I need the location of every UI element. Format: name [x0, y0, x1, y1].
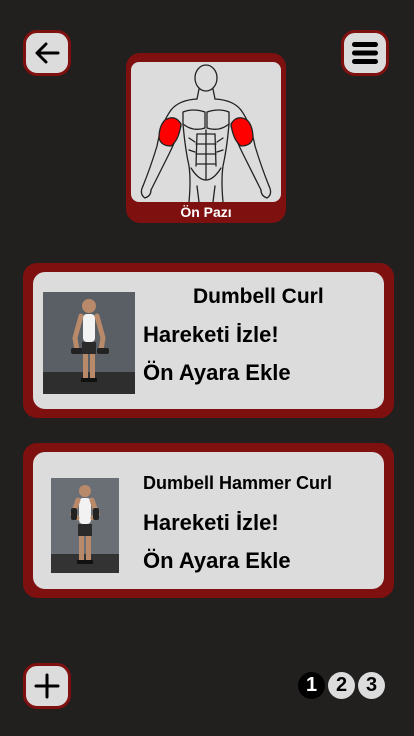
page-2-button[interactable]: 2 [328, 672, 355, 699]
add-to-preset-link[interactable]: Ön Ayara Ekle [143, 548, 291, 574]
right-bicep-highlight [230, 117, 254, 147]
exercise-card-body: Dumbell Curl Hareketi İzle! Ön Ayara Ekl… [33, 272, 384, 409]
muscle-group-card: Ön Pazı [126, 53, 286, 223]
body-anatomy-icon [140, 64, 272, 202]
page-1-button[interactable]: 1 [298, 672, 325, 699]
hamburger-menu-icon [352, 42, 378, 64]
exercise-photo[interactable] [43, 292, 135, 394]
add-to-preset-link[interactable]: Ön Ayara Ekle [143, 360, 291, 386]
exercise-photo[interactable] [51, 478, 119, 573]
exercise-card[interactable]: Dumbell Hammer Curl Hareketi İzle! Ön Ay… [23, 443, 394, 598]
exercise-demo-image [51, 478, 119, 573]
menu-button[interactable] [341, 30, 389, 76]
add-exercise-button[interactable] [23, 663, 71, 709]
muscle-group-label: Ön Pazı [180, 204, 232, 220]
watch-exercise-link[interactable]: Hareketi İzle! [143, 322, 279, 348]
exercise-card-body: Dumbell Hammer Curl Hareketi İzle! Ön Ay… [33, 452, 384, 589]
exercise-title: Dumbell Curl [193, 285, 324, 308]
left-bicep-highlight [158, 117, 182, 147]
muscle-illustration [131, 62, 281, 202]
watch-exercise-link[interactable]: Hareketi İzle! [143, 510, 279, 536]
pagination: 1 2 3 [298, 672, 385, 699]
exercise-card[interactable]: Dumbell Curl Hareketi İzle! Ön Ayara Ekl… [23, 263, 394, 418]
exercise-title: Dumbell Hammer Curl [143, 473, 333, 493]
plus-icon [34, 673, 60, 699]
back-button[interactable] [23, 30, 71, 76]
arrow-left-icon [35, 42, 60, 64]
page-3-button[interactable]: 3 [358, 672, 385, 699]
exercise-demo-image [43, 292, 135, 394]
